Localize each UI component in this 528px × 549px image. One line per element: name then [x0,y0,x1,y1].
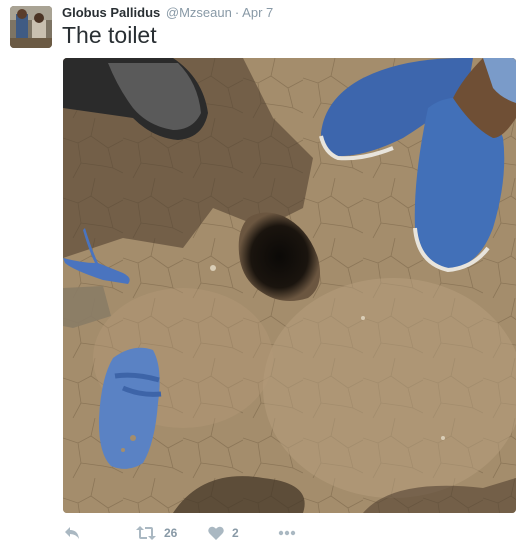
more-button[interactable] [278,522,296,544]
retweet-count: 26 [164,526,178,540]
tweet-header: Globus Pallidus @Mzseaun · Apr 7 [62,5,273,21]
retweet-icon [136,526,156,540]
tweet-text: The toilet [62,22,157,48]
like-count: 2 [232,526,239,540]
tweet-actions: 26 2 [62,522,522,544]
reply-icon [64,526,80,540]
username-handle[interactable]: @Mzseaun [166,5,232,20]
avatar[interactable] [10,6,52,48]
heart-icon [208,526,224,540]
retweet-button[interactable]: 26 [136,522,177,544]
more-icon [278,530,296,536]
like-button[interactable]: 2 [208,522,239,544]
separator-dot: · [234,5,240,20]
reply-button[interactable] [64,522,80,544]
tweet[interactable]: Globus Pallidus @Mzseaun · Apr 7 The toile… [0,0,528,549]
display-name[interactable]: Globus Pallidus [62,5,160,20]
tweet-date[interactable]: Apr 7 [242,5,273,20]
tweet-photo[interactable] [63,58,516,513]
